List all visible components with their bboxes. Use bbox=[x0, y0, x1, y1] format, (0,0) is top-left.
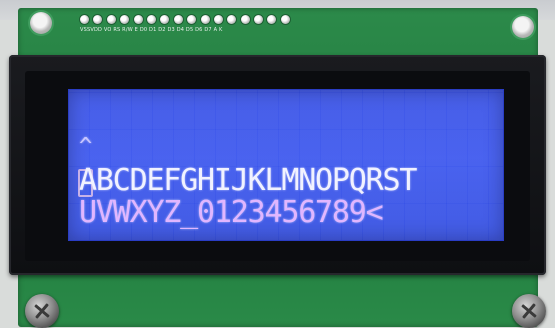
pin-icon bbox=[254, 14, 264, 24]
pin-icon bbox=[80, 14, 89, 24]
screw-icon bbox=[25, 294, 59, 328]
lcd-line-3: UVWXYZ_0123456789< bbox=[79, 195, 384, 230]
pin-icon bbox=[267, 14, 277, 24]
pin-icon bbox=[187, 14, 197, 24]
pin-icon bbox=[120, 14, 130, 24]
pin-header bbox=[80, 11, 290, 27]
pin-icon bbox=[280, 14, 290, 24]
pin-labels: VSSVDD VO RS R/W E D0 D1 D2 D3 D4 D5 D6 … bbox=[80, 27, 223, 33]
pin-icon bbox=[240, 14, 250, 24]
pin-icon bbox=[160, 14, 170, 24]
lcd-screen: ^ ABCDEFGHIJKLMNOPQRST UVWXYZ_0123456789… bbox=[68, 89, 504, 241]
pin-icon bbox=[146, 14, 156, 24]
screw-icon bbox=[512, 294, 546, 328]
lcd-line-2: ABCDEFGHIJKLMNOPQRST bbox=[79, 163, 417, 198]
lcd-line-1: ^ bbox=[79, 134, 92, 159]
pin-icon bbox=[227, 14, 237, 24]
pin-icon bbox=[106, 14, 116, 24]
pin-icon bbox=[173, 14, 183, 24]
mounting-hole-icon bbox=[512, 16, 534, 38]
pin-icon bbox=[133, 14, 143, 24]
pin-icon bbox=[93, 14, 103, 24]
pin-icon bbox=[213, 14, 223, 24]
pin-icon bbox=[200, 14, 210, 24]
mounting-hole-icon bbox=[30, 12, 52, 34]
